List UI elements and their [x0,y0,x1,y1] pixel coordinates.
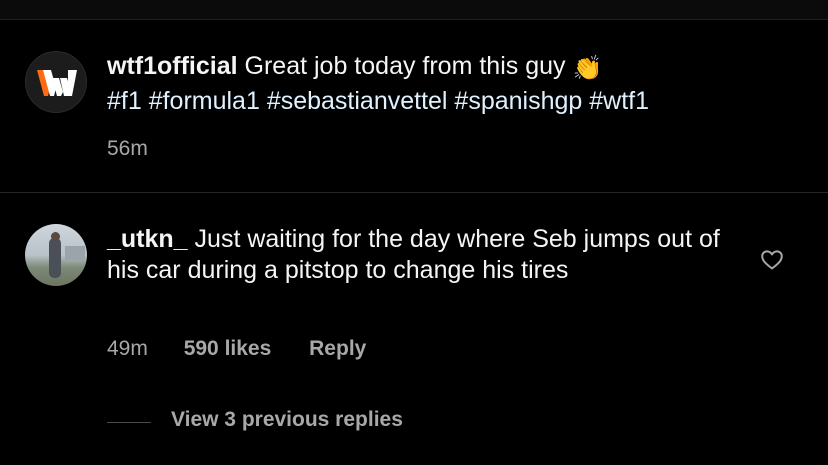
avatar-photo-head [51,232,60,241]
caption-timestamp: 56m [107,137,148,160]
comment-text: Just waiting for the day where Seb jumps… [107,225,720,284]
heart-icon[interactable] [760,248,784,272]
wtf1-avatar[interactable] [25,51,87,113]
comment-timestamp: 49m [107,337,148,360]
caption-text-block: wtf1official Great job today from this g… [107,50,807,118]
view-replies-button[interactable]: View 3 previous replies [171,408,403,432]
avatar-photo-person [49,238,61,278]
comment-meta: 49m 590 likes Reply [107,337,366,361]
caption-text: Great job today from this guy [244,52,566,80]
comment-likes-button[interactable]: 590 likes [184,337,272,361]
replies-divider-line [107,422,151,423]
comment-text-block: _utkn_ Just waiting for the day where Se… [107,224,727,286]
reply-button[interactable]: Reply [309,337,366,361]
caption-username[interactable]: wtf1official [107,52,238,80]
wtf1-logo-icon [37,70,77,96]
clapping-hands-emoji: 👏 [572,55,603,82]
avatar-photo-house [65,246,85,260]
top-bar [0,0,828,20]
caption-hashtags[interactable]: #f1 #formula1 #sebastianvettel #spanishg… [107,87,649,115]
comment-username[interactable]: _utkn_ [107,225,188,253]
utkn-avatar[interactable] [25,224,87,286]
